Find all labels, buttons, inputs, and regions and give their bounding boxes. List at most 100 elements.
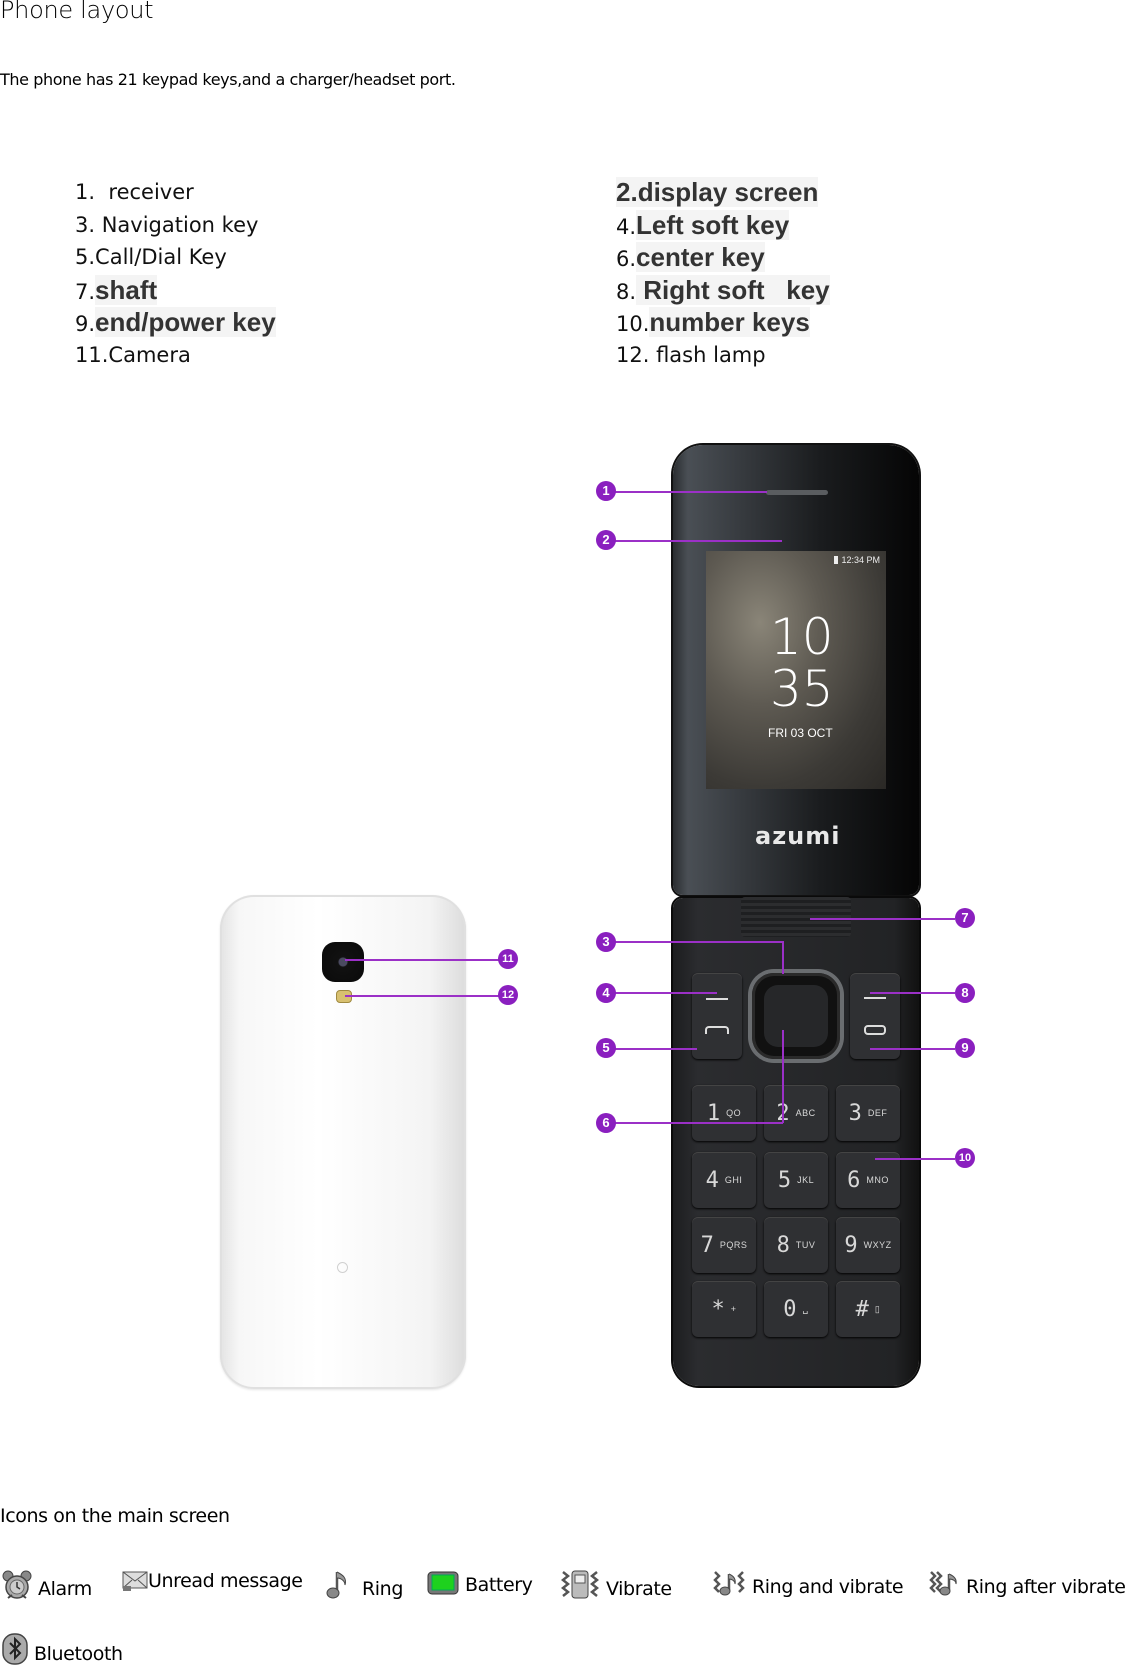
clock-hour: 10 [770, 608, 834, 666]
callout-line-1 [607, 491, 767, 493]
icons-section-heading: Icons on the main screen [0, 1505, 230, 1527]
key-digit: # [855, 1296, 869, 1322]
legend-left-column: 1. receiver 3. Navigation key 5.Call/Dia… [75, 176, 276, 371]
end-key-glyph [864, 1025, 886, 1035]
legend-label: display screen [637, 177, 819, 207]
legend-item: 4.Left soft key [616, 209, 790, 240]
legend-item: 9.end/power key [75, 307, 276, 337]
callout-line-10 [875, 1158, 955, 1160]
keypad-key[interactable]: 7 PQRS [692, 1217, 756, 1273]
vibrate-icon [560, 1570, 600, 1600]
document-title: Phone layout [0, 0, 154, 24]
icon-legend-item: Battery [427, 1570, 533, 1596]
callout-line-9 [870, 1048, 955, 1050]
legend-label: Right soft key [636, 274, 830, 305]
shaft [741, 897, 851, 937]
callout-badge-6: 6 [596, 1113, 616, 1133]
key-digit: 7 [700, 1232, 714, 1258]
legend-item: 5.Call/Dial Key [75, 245, 227, 269]
receiver [766, 490, 828, 495]
keypad-key[interactable]: 9 WXYZ [836, 1217, 900, 1273]
callout-line-2 [607, 540, 782, 542]
legend-label: number keys [649, 307, 810, 337]
keypad-key[interactable]: 0 ␣ [764, 1281, 828, 1337]
key-letters: PQRS [719, 1240, 748, 1250]
callout-badge-7: 7 [955, 908, 975, 928]
keypad-key[interactable]: 3 DEF [836, 1085, 900, 1141]
key-letters: ▯ [874, 1303, 881, 1314]
legend-label: Call/Dial Key [95, 245, 227, 269]
legend-item: 6.center key [616, 242, 765, 272]
battery-status-icon [834, 556, 839, 564]
icon-label: Battery [465, 1574, 533, 1596]
right-soft-key[interactable] [850, 973, 900, 1059]
legend-item: 10.number keys [616, 307, 810, 337]
bluetooth-icon [2, 1633, 28, 1665]
document-intro: The phone has 21 keypad keys,and a charg… [0, 70, 456, 89]
back-mic-hole [337, 1262, 348, 1273]
alarm-icon [2, 1570, 32, 1600]
icon-label: Unread message [148, 1570, 303, 1592]
key-letters: QO [726, 1108, 742, 1118]
camera-lens [322, 942, 364, 982]
legend-item: 8. Right soft key [616, 274, 830, 305]
keypad-key[interactable]: * + [692, 1281, 756, 1337]
battery-icon [427, 1570, 459, 1596]
icon-legend-item: Ring [326, 1570, 403, 1600]
keypad-key[interactable]: 4 GHI [692, 1152, 756, 1208]
clock-minute: 35 [770, 660, 834, 718]
legend-right-column: 2.display screen 4.Left soft key 6.cente… [616, 176, 830, 371]
unread-message-icon [122, 1570, 148, 1592]
callout-badge-10: 10 [955, 1148, 975, 1168]
left-soft-key[interactable] [692, 973, 742, 1059]
key-digit: 4 [705, 1167, 719, 1193]
key-digit: 8 [776, 1232, 790, 1258]
keypad-key[interactable]: 1 QO [692, 1085, 756, 1141]
key-digit: 9 [844, 1232, 858, 1258]
key-letters: GHI [724, 1175, 743, 1185]
brand-logo: azumi [755, 822, 841, 850]
icon-legend-item: Vibrate [560, 1570, 672, 1600]
key-letters: + [730, 1304, 737, 1314]
key-letters: MNO [866, 1175, 889, 1185]
legend-label: shaft [95, 274, 158, 305]
keypad-key[interactable]: 8 TUV [764, 1217, 828, 1273]
legend-label: Navigation key [95, 212, 259, 237]
callout-badge-4: 4 [596, 983, 616, 1003]
icon-label: Ring after vibrate [966, 1576, 1126, 1598]
center-key[interactable] [764, 985, 828, 1047]
flash-lamp [336, 990, 352, 1003]
legend-label: Left soft key [636, 209, 790, 240]
legend-label: flash lamp [649, 342, 766, 367]
callout-badge-1: 1 [596, 481, 616, 501]
keypad-key[interactable]: 2ABC [764, 1085, 828, 1141]
callout-badge-2: 2 [596, 530, 616, 550]
callout-line-4 [607, 992, 717, 994]
legend-label: center key [636, 242, 765, 272]
status-bar: 12:34 PM [834, 555, 880, 565]
callout-badge-12: 12 [498, 985, 518, 1005]
icon-legend-item: Ring after vibrate [928, 1570, 1126, 1598]
keypad-key[interactable]: 5 JKL [764, 1152, 828, 1208]
keypad-key[interactable]: 6 MNO [836, 1152, 900, 1208]
ring-after-vibrate-icon [928, 1570, 960, 1598]
callout-line-6-vertical [782, 1030, 784, 1123]
left-soft-key-glyph [706, 998, 728, 1000]
icons-row: Alarm Unread message Ring Battery Vibrat… [0, 1570, 1134, 1610]
keypad-key[interactable]: # ▯ [836, 1281, 900, 1337]
call-key-glyph [705, 1026, 729, 1034]
key-letters: ␣ [802, 1303, 809, 1314]
callout-badge-11: 11 [498, 949, 518, 969]
key-letters: TUV [795, 1240, 816, 1250]
legend-item: 7.shaft [75, 274, 158, 305]
legend-item: 3. Navigation key [75, 212, 259, 237]
callout-line-6 [607, 1122, 783, 1124]
icon-legend-item: Unread message [122, 1570, 303, 1592]
legend-label: Camera [108, 342, 191, 367]
ring-icon [326, 1570, 356, 1600]
callout-badge-9: 9 [955, 1038, 975, 1058]
icon-label: Ring and vibrate [752, 1576, 904, 1598]
key-letters: WXYZ [863, 1240, 892, 1250]
icon-label: Vibrate [606, 1578, 672, 1600]
legend-label: receiver [95, 180, 194, 204]
